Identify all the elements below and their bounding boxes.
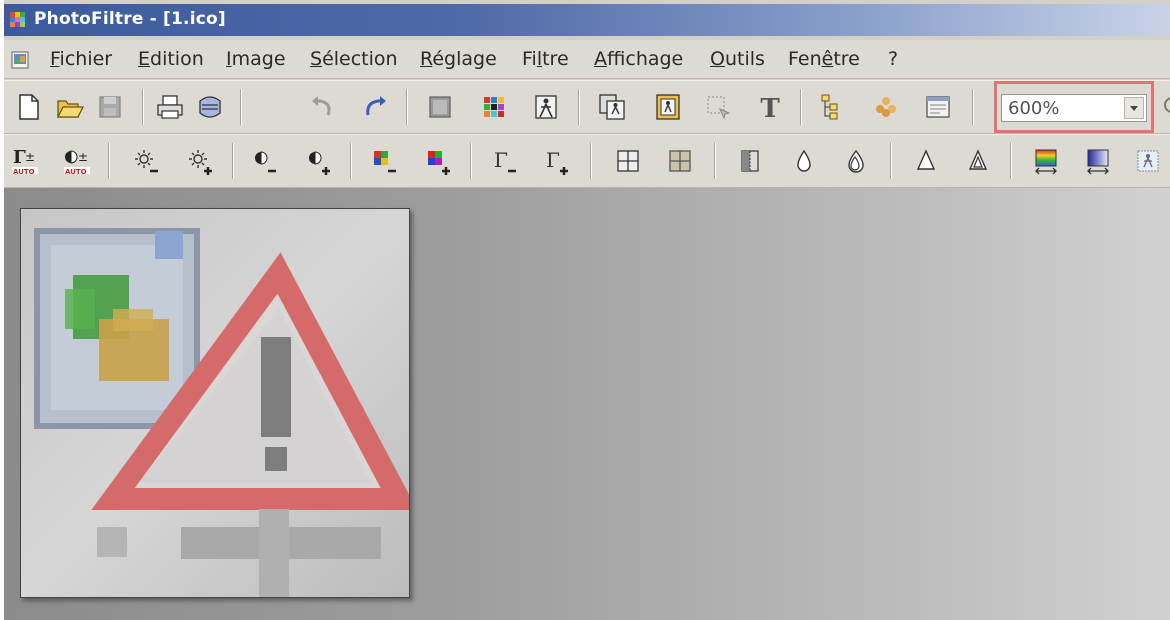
zoom-dropdown-button[interactable] [1124,97,1144,119]
svg-text:±: ± [78,150,88,164]
grid-filter-icon[interactable] [612,145,644,177]
toolbar-separator [350,143,352,179]
toolbar-separator [578,89,580,125]
zoom-value: 600% [1008,98,1060,119]
scanner-icon[interactable] [194,91,226,123]
image-size-icon[interactable] [596,91,628,123]
grid-color-filter-icon[interactable] [664,145,696,177]
menu-image[interactable]: Image [226,48,286,70]
svg-text:T: T [760,94,780,123]
edge-filter-icon[interactable] [734,145,766,177]
menu-filtre[interactable]: Filtre [522,48,569,70]
toolbar-separator [470,143,472,179]
menu-edition[interactable]: Edition [138,48,204,70]
open-folder-icon[interactable] [54,91,86,123]
menu-outils[interactable]: Outils [710,48,765,70]
photofiltre-app-icon [10,12,25,27]
photofiltre-window: PhotoFiltre - [1.ico] Fichier Edition Im… [4,0,1170,620]
toolbar-separator [1010,143,1012,179]
contrast-plus-icon[interactable] [302,145,334,177]
toolbar-separator [800,89,802,125]
zoom-combobox[interactable]: 600% [1001,94,1147,122]
zoom-highlight-box: 600% [994,81,1154,133]
toolbar-separator [240,89,242,125]
transparency-icon[interactable] [530,91,562,123]
filter-toolbar: Γ ± AUTO ± AUTO Γ Γ [4,134,1170,188]
svg-text:AUTO: AUTO [13,168,35,176]
contrast-minus-icon[interactable] [248,145,280,177]
menu-selection[interactable]: Sélection [310,48,398,70]
warning-image-icon [34,228,409,597]
plugin-puzzle-icon[interactable] [870,91,902,123]
selection-icon[interactable] [702,91,734,123]
text-tool-icon[interactable]: T [754,91,786,123]
saturation-plus-icon[interactable] [422,145,454,177]
brightness-minus-icon[interactable] [130,145,162,177]
canvas-size-icon[interactable] [652,91,684,123]
sharpen-more-icon[interactable] [962,145,994,177]
document-icon[interactable] [10,50,30,70]
save-disk-icon[interactable] [94,91,126,123]
contrast-auto-icon[interactable]: ± AUTO [62,145,94,177]
color-fill-icon[interactable] [424,91,456,123]
toolbar-separator [108,143,110,179]
menu-reglage[interactable]: Réglage [420,48,497,70]
menu-affichage[interactable]: Affichage [594,48,683,70]
gradient-blue-icon[interactable] [1082,145,1114,177]
svg-text:AUTO: AUTO [65,168,87,176]
toolbar-separator [142,89,144,125]
title-bar[interactable]: PhotoFiltre - [1.ico] [4,4,1170,36]
texture-icon[interactable] [1132,145,1164,177]
image-canvas[interactable] [20,208,410,598]
toolbar-separator [890,143,892,179]
print-icon[interactable] [154,91,186,123]
blur-more-drop-icon[interactable] [840,145,872,177]
menu-bar: Fichier Edition Image Sélection Réglage … [4,40,1170,79]
sharpen-icon[interactable] [910,145,942,177]
toolbar-separator [714,143,716,179]
toolbar-separator [972,89,974,125]
blur-drop-icon[interactable] [788,145,820,177]
gradient-rainbow-icon[interactable] [1030,145,1062,177]
gamma-auto-icon[interactable]: Γ ± AUTO [10,145,42,177]
saturation-minus-icon[interactable] [368,145,400,177]
main-toolbar: T 600% [4,80,1170,134]
menu-fichier[interactable]: Fichier [50,48,112,70]
window-title: PhotoFiltre - [1.ico] [34,9,226,29]
toolbar-separator [590,143,592,179]
gamma-plus-icon[interactable]: Γ [540,145,572,177]
explorer-tree-icon[interactable] [816,91,848,123]
svg-text:Γ: Γ [546,148,560,172]
magnifier-icon[interactable] [1158,91,1170,123]
undo-icon[interactable] [306,91,338,123]
window-panel-icon[interactable] [922,91,954,123]
svg-text:±: ± [25,150,35,164]
toolbar-separator [232,143,234,179]
toolbar-separator [406,89,408,125]
menu-help[interactable]: ? [888,48,898,70]
brightness-plus-icon[interactable] [184,145,216,177]
palette-grid-icon[interactable] [478,91,510,123]
redo-icon[interactable] [360,91,392,123]
chevron-down-icon [1130,106,1138,111]
gamma-minus-icon[interactable]: Γ [488,145,520,177]
svg-text:Γ: Γ [494,148,508,172]
new-file-icon[interactable] [12,91,44,123]
menu-fenetre[interactable]: Fenêtre [788,48,860,70]
workspace[interactable] [4,188,1170,620]
